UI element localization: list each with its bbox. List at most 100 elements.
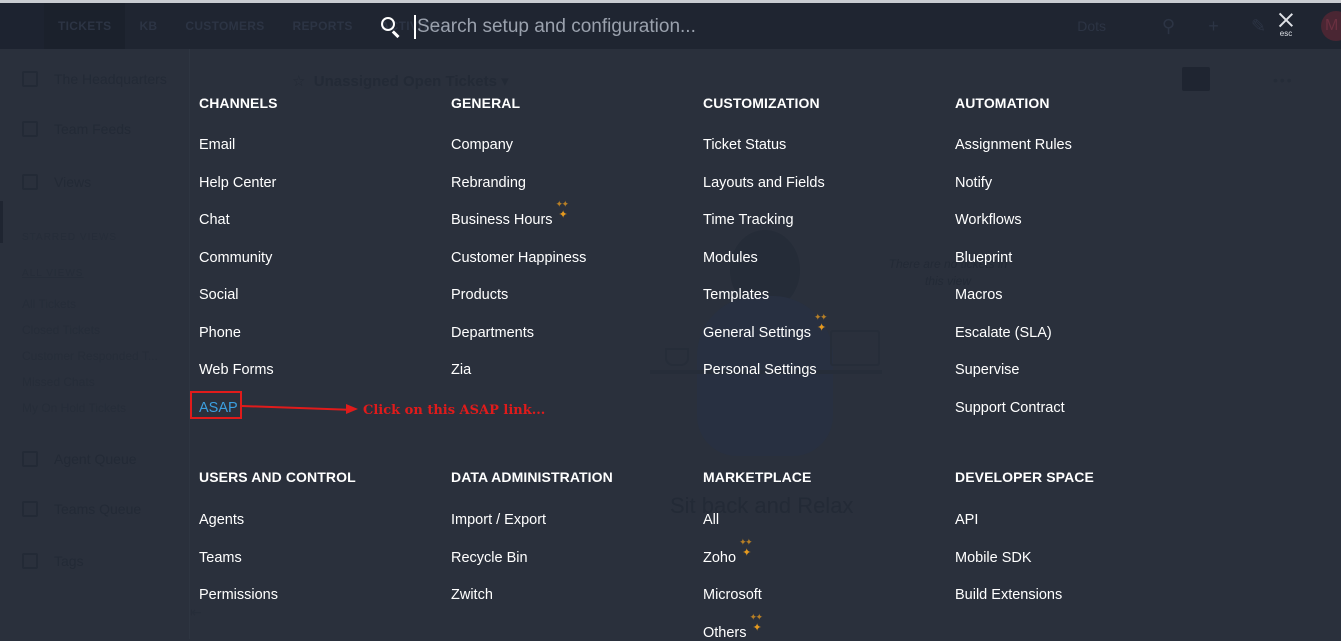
setup-link-macros[interactable]: Macros: [955, 287, 1003, 303]
setup-link-departments[interactable]: Departments: [451, 325, 534, 341]
bg-starred-views: STARRED VIEWS: [22, 232, 118, 243]
setup-link-rebranding[interactable]: Rebranding: [451, 175, 526, 191]
bg-side-teams-queue: Teams Queue: [22, 501, 141, 517]
setup-link-company[interactable]: Company: [451, 137, 513, 153]
setup-link-label: Microsoft: [703, 587, 762, 603]
setup-link-workflows[interactable]: Workflows: [955, 212, 1022, 228]
app-logo-slot: [0, 3, 44, 49]
bg-side-agent-queue: Agent Queue: [22, 451, 137, 467]
setup-link-label: Web Forms: [199, 362, 274, 378]
setup-link-mobile-sdk[interactable]: Mobile SDK: [955, 550, 1032, 566]
sparkle-icon: ✦ ✦ ✦: [555, 199, 570, 221]
setup-search-input[interactable]: [417, 16, 1057, 38]
setup-link-label: Time Tracking: [703, 212, 794, 228]
setup-link-general-settings[interactable]: General Settings ✦ ✦ ✦: [703, 311, 828, 341]
setup-link-api[interactable]: API: [955, 512, 978, 528]
setup-link-layouts-and-fields[interactable]: Layouts and Fields: [703, 175, 825, 191]
section-heading: CHANNELS: [199, 95, 278, 111]
setup-link-label: Zoho: [703, 549, 737, 566]
setup-link-time-tracking[interactable]: Time Tracking: [703, 212, 794, 228]
views-icon: [22, 174, 38, 190]
section-channels: CHANNELS Email Help Center Chat Community Soc…: [199, 95, 439, 416]
setup-link-modules[interactable]: Modules: [703, 250, 758, 266]
setup-link-assignment-rules[interactable]: Assignment Rules: [955, 137, 1072, 153]
setup-link-escalate-sla[interactable]: Escalate (SLA): [955, 325, 1052, 341]
setup-link-others[interactable]: Others ✦ ✦ ✦: [703, 611, 764, 641]
section-data-administration: DATA ADMINISTRATION Import / Export Recycl…: [451, 469, 691, 603]
bg-tab-reports: REPORTS: [292, 19, 353, 33]
bg-side-views: Views: [22, 174, 91, 190]
setup-link-customer-happiness[interactable]: Customer Happiness: [451, 250, 586, 266]
setup-link-support-contract[interactable]: Support Contract: [955, 400, 1065, 416]
setup-link-email[interactable]: Email: [199, 137, 235, 153]
section-developer-space: DEVELOPER SPACE API Mobile SDK Build Extens…: [955, 469, 1195, 603]
bg-side-team-feeds: Team Feeds: [22, 121, 131, 137]
setup-link-ticket-status[interactable]: Ticket Status: [703, 137, 786, 153]
bg-active-marker: [0, 201, 3, 243]
section-heading: USERS AND CONTROL: [199, 469, 356, 485]
setup-link-label: Products: [451, 287, 509, 303]
bg-view-item: Closed Tickets: [22, 323, 101, 337]
setup-link-agents[interactable]: Agents: [199, 512, 244, 528]
setup-link-blueprint[interactable]: Blueprint: [955, 250, 1012, 266]
sparkle-icon: ✦ ✦ ✦: [749, 611, 764, 634]
setup-link-notify[interactable]: Notify: [955, 175, 992, 191]
annotation-text: Click on this ASAP link...: [363, 403, 546, 418]
setup-link-import-export[interactable]: Import / Export: [451, 512, 546, 528]
sparkle-icon: ✦ ✦ ✦: [814, 311, 828, 334]
text-caret: [414, 15, 416, 39]
setup-link-personal-settings[interactable]: Personal Settings: [703, 362, 817, 378]
setup-link-label: Layouts and Fields: [703, 174, 825, 191]
grid-icon: [22, 71, 38, 87]
illustration-laptop: [830, 330, 880, 366]
setup-link-products[interactable]: Products: [451, 287, 508, 303]
setup-link-label: Social: [199, 287, 239, 303]
annotation-highlight-box: [190, 391, 242, 419]
setup-link-label: Community: [199, 249, 273, 266]
setup-link-label: Support Contract: [955, 399, 1065, 416]
setup-link-permissions[interactable]: Permissions: [199, 587, 278, 603]
setup-link-chat[interactable]: Chat: [199, 212, 230, 228]
bg-view-title-text: Unassigned Open Tickets: [313, 73, 497, 90]
bg-tab-customers: CUSTOMERS: [185, 19, 265, 33]
setup-link-templates[interactable]: Templates: [703, 287, 769, 303]
bg-side-headquarters: The Headquarters: [22, 71, 167, 87]
setup-link-build-extensions[interactable]: Build Extensions: [955, 587, 1062, 603]
setup-link-label: Agents: [199, 512, 245, 528]
sidebar-collapse-icon: ⇤: [190, 604, 202, 620]
setup-link-teams[interactable]: Teams: [199, 550, 242, 566]
setup-link-microsoft[interactable]: Microsoft: [703, 587, 762, 603]
bg-tab-tickets: TICKETS: [44, 3, 126, 49]
setup-link-phone[interactable]: Phone: [199, 325, 241, 341]
tag-icon: [22, 553, 38, 569]
setup-link-label: Email: [199, 137, 236, 153]
setup-link-supervise[interactable]: Supervise: [955, 362, 1019, 378]
setup-link-label: Business Hours: [451, 212, 553, 228]
setup-link-zia[interactable]: Zia: [451, 362, 471, 378]
bg-side-label: The Headquarters: [54, 71, 167, 87]
setup-link-business-hours[interactable]: Business Hours ✦ ✦ ✦: [451, 199, 570, 229]
bg-view-item: My On Hold Tickets: [22, 401, 127, 415]
setup-link-label: Ticket Status: [703, 137, 787, 153]
bg-all-views: ALL VIEWS: [22, 268, 84, 279]
bg-side-label: Tags: [54, 553, 84, 569]
setup-link-label: Assignment Rules: [955, 137, 1072, 153]
section-heading: MARKETPLACE: [703, 469, 812, 485]
annotation-arrow-head: [346, 404, 358, 414]
setup-link-label: Notify: [955, 174, 993, 191]
setup-link-label: Departments: [451, 324, 535, 341]
bg-view-item: Customer Responded T...: [22, 349, 158, 363]
setup-link-help-center[interactable]: Help Center: [199, 175, 276, 191]
setup-link-label: General Settings: [703, 324, 812, 341]
setup-link-all[interactable]: All: [703, 512, 719, 528]
setup-link-zwitch[interactable]: Zwitch: [451, 587, 493, 603]
bg-side-tags: Tags: [22, 553, 84, 569]
setup-link-label: Help Center: [199, 174, 277, 191]
close-search-button[interactable]: esc: [1274, 13, 1298, 38]
setup-link-zoho[interactable]: Zoho ✦ ✦ ✦: [703, 536, 753, 566]
setup-link-social[interactable]: Social: [199, 287, 239, 303]
sparkle-icon: ✦ ✦ ✦: [739, 536, 753, 559]
setup-link-web-forms[interactable]: Web Forms: [199, 362, 274, 378]
setup-link-recycle-bin[interactable]: Recycle Bin: [451, 550, 528, 566]
setup-link-community[interactable]: Community: [199, 250, 272, 266]
